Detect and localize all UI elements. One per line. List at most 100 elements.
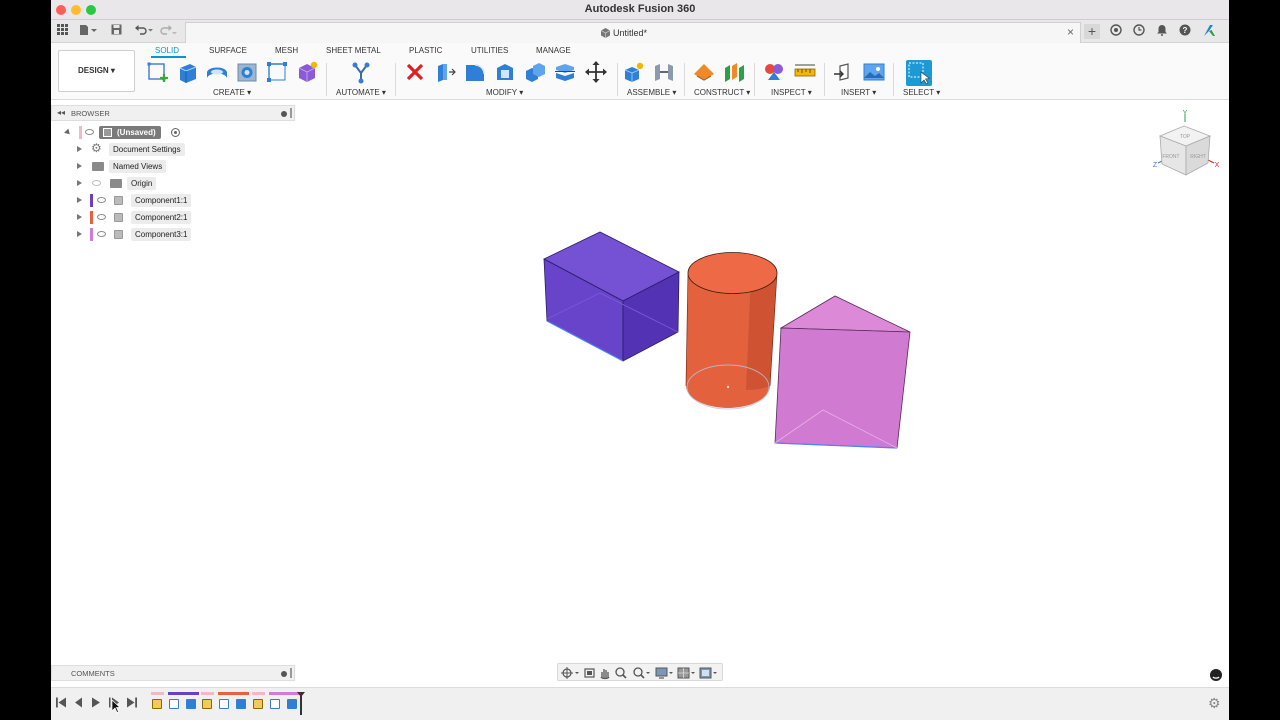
tab-utilities[interactable]: UTILITIES bbox=[471, 46, 508, 55]
visibility-eye-icon[interactable] bbox=[85, 129, 94, 135]
document-tab[interactable]: Untitled* × bbox=[185, 22, 1081, 43]
rectangular-pattern-icon[interactable] bbox=[265, 60, 289, 84]
autodesk-account-icon[interactable] bbox=[1202, 24, 1216, 39]
comments-pin-icon[interactable] bbox=[281, 671, 287, 677]
offset-plane-icon[interactable] bbox=[692, 60, 716, 84]
3d-scene[interactable] bbox=[51, 100, 1229, 660]
browser-item-named-views[interactable]: Named Views bbox=[77, 160, 217, 173]
file-menu-icon[interactable] bbox=[78, 24, 98, 39]
timeline-extrude-feature[interactable] bbox=[186, 699, 196, 709]
extensions-icon[interactable] bbox=[1109, 24, 1123, 39]
tab-mesh[interactable]: MESH bbox=[275, 46, 298, 55]
pan-hand-icon[interactable] bbox=[600, 669, 610, 680]
combine-icon[interactable] bbox=[523, 60, 547, 84]
browser-item-component3[interactable]: Component3:1 bbox=[77, 228, 217, 241]
browser-pin-icon[interactable] bbox=[281, 111, 287, 117]
measure-icon[interactable] bbox=[793, 60, 817, 84]
timeline-marker-head-icon[interactable] bbox=[297, 692, 305, 697]
inspect-menu[interactable]: INSPECT ▾ bbox=[771, 88, 812, 97]
timeline-sketch-feature[interactable] bbox=[169, 699, 179, 709]
construct-menu[interactable]: CONSTRUCT ▾ bbox=[694, 88, 750, 97]
expand-triangle-icon[interactable] bbox=[77, 231, 82, 237]
insert-menu[interactable]: INSERT ▾ bbox=[841, 88, 876, 97]
viewports-icon[interactable] bbox=[699, 667, 717, 679]
expand-triangle-icon[interactable] bbox=[77, 163, 82, 169]
tab-sheet-metal[interactable]: SHEET METAL bbox=[326, 46, 381, 55]
select-menu[interactable]: SELECT ▾ bbox=[903, 88, 940, 97]
create-menu[interactable]: CREATE ▾ bbox=[213, 88, 251, 97]
timeline-component-feature[interactable] bbox=[152, 699, 162, 709]
shell-icon[interactable] bbox=[493, 60, 517, 84]
help-icon[interactable]: ? bbox=[1178, 24, 1192, 39]
orbit-icon[interactable] bbox=[561, 667, 579, 679]
insert-canvas-icon[interactable] bbox=[862, 60, 886, 84]
insert-derive-icon[interactable] bbox=[832, 60, 856, 84]
browser-item-component1[interactable]: Component1:1 bbox=[77, 194, 217, 207]
zoom-icon[interactable] bbox=[615, 667, 627, 679]
browser-resize-handle[interactable] bbox=[290, 108, 292, 118]
expand-triangle-icon[interactable] bbox=[77, 180, 82, 186]
visibility-eye-icon[interactable] bbox=[97, 231, 106, 237]
delete-icon[interactable] bbox=[403, 60, 427, 84]
browser-panel-header[interactable]: ◂◂ BROWSER bbox=[51, 105, 295, 121]
workspace-switcher-button[interactable]: DESIGN ▾ bbox=[58, 50, 135, 92]
appearance-icon[interactable] bbox=[762, 60, 786, 84]
browser-item-document-settings[interactable]: ⚙ Document Settings bbox=[77, 142, 217, 156]
split-body-icon[interactable] bbox=[553, 60, 577, 84]
step-back-icon[interactable] bbox=[74, 697, 84, 711]
visibility-eye-icon[interactable] bbox=[97, 214, 106, 220]
hole-icon[interactable] bbox=[235, 60, 259, 84]
save-icon[interactable] bbox=[109, 24, 123, 39]
timeline-component-feature[interactable] bbox=[202, 699, 212, 709]
tab-surface[interactable]: SURFACE bbox=[209, 46, 247, 55]
undo-icon[interactable] bbox=[133, 24, 155, 39]
visibility-eye-icon[interactable] bbox=[97, 197, 106, 203]
canvas-viewport[interactable]: TOP FRONT RIGHT Y Z X bbox=[51, 100, 1229, 660]
view-cube[interactable]: TOP FRONT RIGHT Y Z X bbox=[1146, 108, 1226, 178]
data-panel-grid-icon[interactable] bbox=[55, 24, 69, 39]
prism-body[interactable] bbox=[774, 295, 911, 449]
tab-manage[interactable]: MANAGE bbox=[536, 46, 571, 55]
new-tab-icon[interactable]: + bbox=[1084, 24, 1100, 39]
assemble-menu[interactable]: ASSEMBLE ▾ bbox=[627, 88, 676, 97]
press-pull-icon[interactable] bbox=[433, 60, 457, 84]
extrude-icon[interactable] bbox=[175, 60, 199, 84]
timeline-extrude-feature[interactable] bbox=[236, 699, 246, 709]
joint-icon[interactable] bbox=[652, 60, 676, 84]
expand-triangle-icon[interactable] bbox=[77, 146, 82, 152]
timeline-component-feature[interactable] bbox=[253, 699, 263, 709]
go-to-start-icon[interactable] bbox=[56, 697, 66, 711]
expand-triangle-icon[interactable] bbox=[77, 214, 82, 220]
new-component-icon[interactable] bbox=[622, 60, 646, 84]
timeline-settings-gear-icon[interactable]: ⚙ bbox=[1208, 695, 1221, 712]
revolve-icon[interactable] bbox=[205, 60, 229, 84]
close-tab-icon[interactable]: × bbox=[1067, 25, 1074, 39]
collapse-browser-icon[interactable]: ◂◂ bbox=[57, 108, 65, 117]
expand-triangle-icon[interactable] bbox=[77, 197, 82, 203]
grid-settings-icon[interactable] bbox=[677, 667, 695, 679]
move-copy-icon[interactable] bbox=[584, 60, 608, 84]
go-to-end-icon[interactable] bbox=[127, 697, 137, 711]
visibility-hidden-eye-icon[interactable] bbox=[92, 180, 101, 186]
text-commands-icon[interactable] bbox=[1210, 669, 1222, 681]
timeline-sketch-feature[interactable] bbox=[219, 699, 229, 709]
fillet-icon[interactable] bbox=[463, 60, 487, 84]
fit-zoom-icon[interactable] bbox=[633, 667, 650, 679]
cylinder-body[interactable] bbox=[685, 252, 778, 410]
automate-menu[interactable]: AUTOMATE ▾ bbox=[336, 88, 386, 97]
notifications-bell-icon[interactable] bbox=[1155, 24, 1169, 39]
create-sketch-icon[interactable] bbox=[146, 60, 170, 84]
tab-solid[interactable]: SOLID bbox=[155, 46, 179, 55]
browser-root-row[interactable]: (Unsaved) bbox=[64, 126, 185, 139]
browser-item-component2[interactable]: Component2:1 bbox=[77, 211, 217, 224]
create-form-icon[interactable] bbox=[295, 60, 319, 84]
select-icon[interactable] bbox=[906, 60, 932, 86]
automate-icon[interactable] bbox=[349, 60, 373, 84]
redo-icon[interactable] bbox=[157, 24, 179, 39]
timeline-sketch-feature[interactable] bbox=[270, 699, 280, 709]
browser-item-origin[interactable]: Origin bbox=[77, 177, 217, 190]
play-icon[interactable] bbox=[91, 697, 101, 711]
box-body[interactable] bbox=[543, 231, 680, 362]
modify-menu[interactable]: MODIFY ▾ bbox=[486, 88, 523, 97]
comments-resize-handle[interactable] bbox=[290, 668, 292, 678]
